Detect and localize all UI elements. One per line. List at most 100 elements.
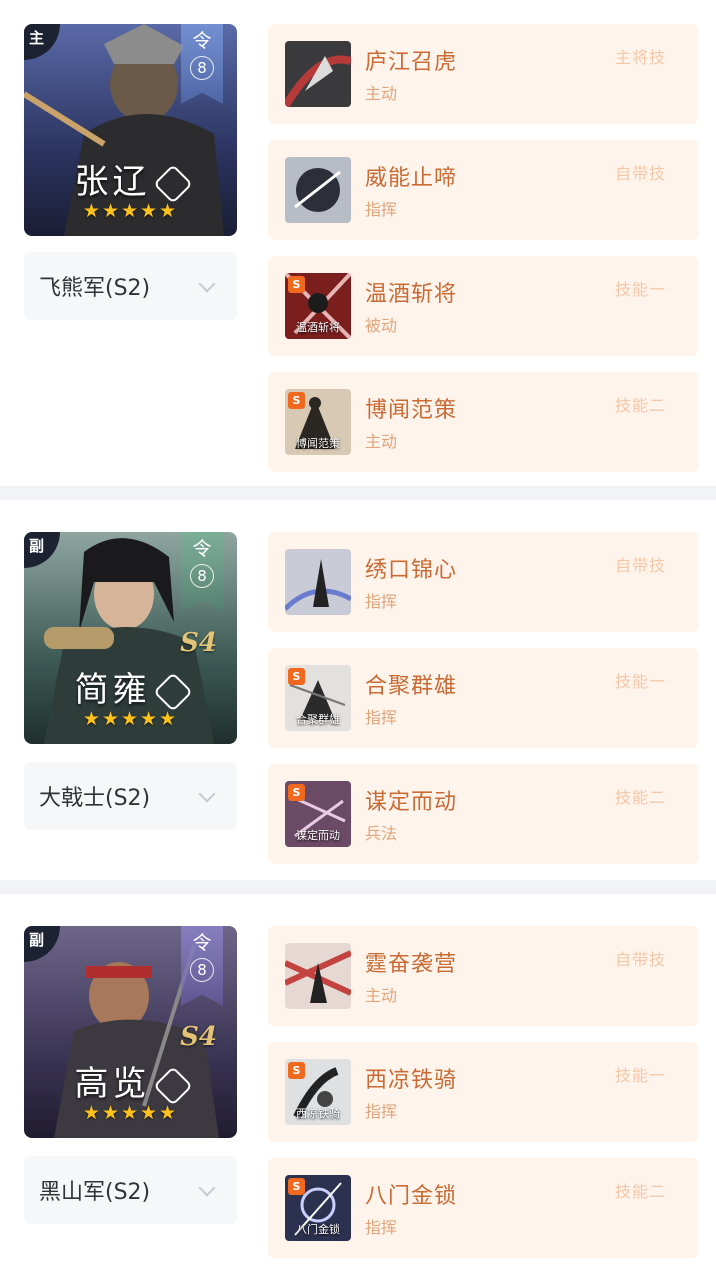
season-badge: S bbox=[288, 784, 305, 801]
skill-caption: 博闻范策 bbox=[296, 437, 340, 450]
command-value: 8 bbox=[190, 958, 214, 982]
skill-icon bbox=[285, 157, 351, 223]
hero-card[interactable]: 副 令 8 S4 简雍 ★★★★★ bbox=[24, 532, 237, 744]
skill-card[interactable]: S 八门金锁 八门金锁 指挥 技能二 bbox=[268, 1158, 698, 1258]
skill-slot: 技能二 bbox=[614, 396, 666, 415]
skill-caption: 谋定而动 bbox=[296, 829, 340, 842]
season-badge: S bbox=[288, 392, 305, 409]
skill-slot: 技能二 bbox=[614, 1182, 666, 1201]
skill-card[interactable]: 庐江召虎 主动 主将技 bbox=[268, 24, 698, 124]
chevron-down-icon bbox=[198, 275, 216, 293]
season-badge: S bbox=[288, 1062, 305, 1079]
troop-label: 飞熊军(S2) bbox=[39, 276, 151, 301]
troop-dropdown[interactable]: 飞熊军(S2) bbox=[24, 252, 237, 320]
skill-name: 谋定而动 bbox=[365, 790, 458, 815]
skill-caption: 八门金锁 bbox=[296, 1223, 340, 1236]
troop-label: 黑山军(S2) bbox=[39, 1180, 151, 1205]
skill-slot: 自带技 bbox=[614, 164, 666, 183]
skill-card[interactable]: S 温酒斩将 温酒斩将 被动 技能一 bbox=[268, 256, 698, 356]
skill-caption: 西凉铁骑 bbox=[296, 1107, 340, 1120]
skill-icon: S 西凉铁骑 bbox=[285, 1059, 351, 1125]
skill-type: 主动 bbox=[365, 986, 398, 1005]
skill-caption: 温酒斩将 bbox=[296, 321, 340, 334]
skill-name: 博闻范策 bbox=[365, 398, 458, 423]
skill-type: 指挥 bbox=[365, 592, 398, 611]
skill-name: 西凉铁骑 bbox=[365, 1068, 458, 1093]
skill-slot: 主将技 bbox=[614, 48, 666, 67]
skill-caption: 合聚群雄 bbox=[296, 713, 340, 726]
hero-name: 高览 bbox=[74, 1064, 151, 1104]
command-value: 8 bbox=[190, 564, 214, 588]
team-section-3: 副 令 8 S4 高览 ★★★★★ 黑山军(S2) 霆奋袭营 主动 自带技 S … bbox=[0, 894, 716, 1270]
skill-card[interactable]: 绣口锦心 指挥 自带技 bbox=[268, 532, 698, 632]
skill-slot: 技能二 bbox=[614, 788, 666, 807]
skill-type: 指挥 bbox=[365, 1102, 398, 1121]
command-tab: 令 8 bbox=[181, 24, 223, 104]
skill-icon bbox=[285, 41, 351, 107]
skill-slot: 技能一 bbox=[614, 1066, 666, 1085]
chevron-down-icon bbox=[198, 785, 216, 803]
team-section-1: 主 令 8 张辽 ★★★★★ 飞熊军(S2) 庐江召虎 主动 主将技 威能止啼 … bbox=[0, 0, 716, 486]
command-tab: 令 8 bbox=[181, 926, 223, 1006]
skill-type: 被动 bbox=[365, 316, 398, 335]
skill-name: 八门金锁 bbox=[365, 1184, 458, 1209]
skill-slot: 技能一 bbox=[614, 672, 666, 691]
skill-name: 庐江召虎 bbox=[365, 50, 458, 75]
skill-slot: 技能一 bbox=[614, 280, 666, 299]
section-divider bbox=[0, 880, 716, 894]
skill-icon: S 博闻范策 bbox=[285, 389, 351, 455]
star-rating: ★★★★★ bbox=[82, 1102, 179, 1124]
season-mark: S4 bbox=[180, 1022, 217, 1052]
troop-dropdown[interactable]: 大戟士(S2) bbox=[24, 762, 237, 830]
cavalry-icon bbox=[152, 164, 193, 204]
hero-name: 简雍 bbox=[74, 670, 151, 710]
troop-dropdown[interactable]: 黑山军(S2) bbox=[24, 1156, 237, 1224]
command-label: 令 bbox=[192, 30, 212, 52]
skill-card[interactable]: S 博闻范策 博闻范策 主动 技能二 bbox=[268, 372, 698, 472]
skill-slot: 自带技 bbox=[614, 556, 666, 575]
season-mark: S4 bbox=[180, 628, 217, 658]
skill-card[interactable]: S 谋定而动 谋定而动 兵法 技能二 bbox=[268, 764, 698, 864]
command-tab: 令 8 bbox=[181, 532, 223, 612]
skill-type: 指挥 bbox=[365, 708, 398, 727]
skill-icon: S 谋定而动 bbox=[285, 781, 351, 847]
skill-name: 霆奋袭营 bbox=[365, 952, 458, 977]
hero-card[interactable]: 副 令 8 S4 高览 ★★★★★ bbox=[24, 926, 237, 1138]
skill-type: 指挥 bbox=[365, 1218, 398, 1237]
command-value: 8 bbox=[190, 56, 214, 80]
skill-name: 合聚群雄 bbox=[365, 674, 458, 699]
skill-card[interactable]: 霆奋袭营 主动 自带技 bbox=[268, 926, 698, 1026]
skill-slot: 自带技 bbox=[614, 950, 666, 969]
skill-card[interactable]: S 西凉铁骑 西凉铁骑 指挥 技能一 bbox=[268, 1042, 698, 1142]
skill-icon: S 温酒斩将 bbox=[285, 273, 351, 339]
skill-icon bbox=[285, 943, 351, 1009]
skill-card[interactable]: 威能止啼 指挥 自带技 bbox=[268, 140, 698, 240]
troop-label: 大戟士(S2) bbox=[39, 786, 151, 811]
command-label: 令 bbox=[192, 538, 212, 560]
star-rating: ★★★★★ bbox=[82, 708, 179, 730]
skill-name: 温酒斩将 bbox=[365, 282, 458, 307]
hero-name-row: 高览 bbox=[24, 1056, 237, 1106]
skill-icon bbox=[285, 549, 351, 615]
star-rating: ★★★★★ bbox=[82, 200, 179, 222]
season-badge: S bbox=[288, 668, 305, 685]
skill-type: 指挥 bbox=[365, 200, 398, 219]
hero-name: 张辽 bbox=[74, 162, 151, 202]
shield-icon bbox=[152, 1066, 193, 1106]
skill-icon: S 合聚群雄 bbox=[285, 665, 351, 731]
hero-name-row: 张辽 bbox=[24, 154, 237, 204]
hero-card[interactable]: 主 令 8 张辽 ★★★★★ bbox=[24, 24, 237, 236]
season-badge: S bbox=[288, 276, 305, 293]
skill-card[interactable]: S 合聚群雄 合聚群雄 指挥 技能一 bbox=[268, 648, 698, 748]
season-badge: S bbox=[288, 1178, 305, 1195]
command-label: 令 bbox=[192, 932, 212, 954]
team-section-2: 副 令 8 S4 简雍 ★★★★★ 大戟士(S2) 绣口锦心 指挥 自带技 S … bbox=[0, 500, 716, 880]
skill-type: 主动 bbox=[365, 432, 398, 451]
skill-type: 兵法 bbox=[365, 824, 398, 843]
skill-icon: S 八门金锁 bbox=[285, 1175, 351, 1241]
shield-icon bbox=[152, 672, 193, 712]
skill-name: 威能止啼 bbox=[365, 166, 458, 191]
hero-name-row: 简雍 bbox=[24, 662, 237, 712]
skill-name: 绣口锦心 bbox=[365, 558, 458, 583]
skill-type: 主动 bbox=[365, 84, 398, 103]
